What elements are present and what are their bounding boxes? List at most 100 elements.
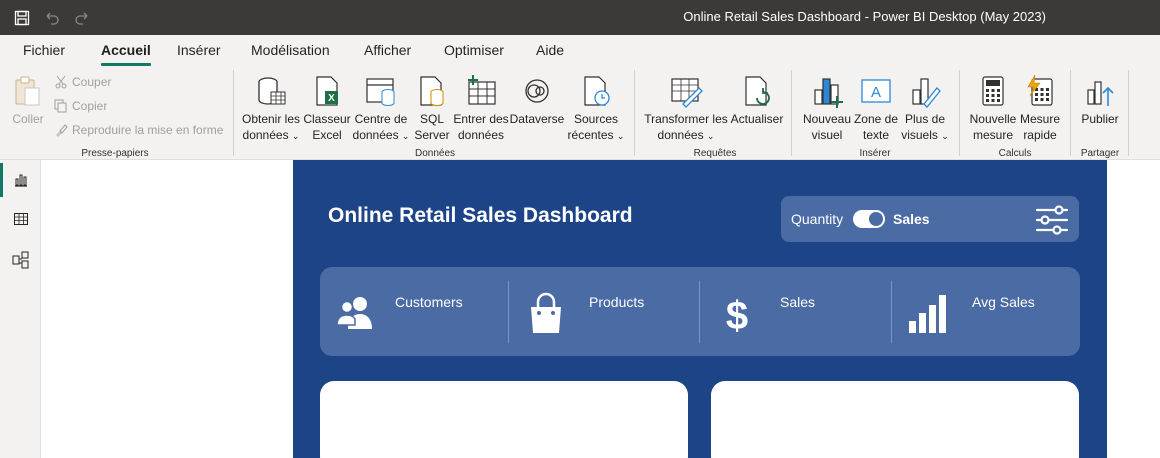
copy-button[interactable]: Copier xyxy=(54,99,107,113)
dataverse-label: Dataverse xyxy=(509,112,565,126)
excel-icon: X xyxy=(316,76,338,106)
dashboard-title: Online Retail Sales Dashboard xyxy=(328,204,633,227)
visual-card-left[interactable] xyxy=(320,381,688,458)
quick-access-toolbar xyxy=(10,6,94,30)
excel-button[interactable]: X Classeur Excel xyxy=(303,74,351,143)
recent-label-1: Sources xyxy=(573,112,619,126)
tab-fichier[interactable]: Fichier xyxy=(23,42,65,58)
report-view-button[interactable] xyxy=(0,161,41,199)
transform-data-button[interactable]: Transformer les données ⌄ xyxy=(642,74,730,144)
refresh-button[interactable]: Actualiser xyxy=(729,74,785,127)
chevron-down-icon: ⌄ xyxy=(941,131,949,141)
redo-button[interactable] xyxy=(70,6,94,30)
get-data-label-1: Obtenir les xyxy=(241,112,301,126)
data-group-label: Données xyxy=(414,148,456,159)
data-hub-button[interactable]: Centre de données ⌄ xyxy=(352,74,410,144)
paste-label: Coller xyxy=(12,112,44,126)
new-measure-label-1: Nouvelle xyxy=(969,112,1017,126)
new-visual-icon xyxy=(814,78,843,108)
chevron-down-icon: ⌄ xyxy=(291,131,300,141)
customers-icon xyxy=(336,297,372,329)
dataverse-button[interactable]: Dataverse xyxy=(509,74,565,127)
more-visuals-button[interactable]: Plus de visuels ⌄ xyxy=(900,74,950,144)
new-visual-label-2: visuel xyxy=(811,128,843,142)
new-visual-label-1: Nouveau xyxy=(802,112,852,126)
tab-accueil[interactable]: Accueil xyxy=(101,42,151,66)
measure-toggle-panel: Quantity Sales xyxy=(781,196,1079,242)
kpi-products-label: Products xyxy=(589,294,645,310)
new-measure-button[interactable]: Nouvelle mesure xyxy=(966,74,1020,143)
kpi-avg-sales: Avg Sales xyxy=(891,267,1080,356)
chevron-down-icon: ⌄ xyxy=(706,131,715,141)
window-title: Online Retail Sales Dashboard - Power BI… xyxy=(683,9,1046,24)
filter-sliders-icon[interactable] xyxy=(1035,204,1069,236)
text-box-label-1: Zone de xyxy=(853,112,899,126)
publish-icon xyxy=(1087,81,1114,106)
visual-card-right[interactable] xyxy=(711,381,1079,458)
data-view-button[interactable] xyxy=(0,200,41,238)
tab-optimiser[interactable]: Optimiser xyxy=(444,42,504,58)
group-separator xyxy=(1128,70,1129,156)
more-visuals-icon xyxy=(912,78,941,108)
more-visuals-label-1: Plus de xyxy=(904,112,946,126)
kpi-sales-label: Sales xyxy=(780,294,816,310)
scissors-icon xyxy=(55,75,67,89)
paste-button[interactable]: Coller xyxy=(10,74,46,127)
tab-aide[interactable]: Aide xyxy=(536,42,564,58)
quick-measure-icon xyxy=(1027,74,1053,106)
get-data-label-2: données xyxy=(242,128,289,142)
save-button[interactable] xyxy=(10,6,34,30)
sql-server-icon xyxy=(420,76,444,106)
insert-group-label: Insérer xyxy=(859,148,891,159)
sql-label-1: SQL xyxy=(419,112,444,126)
calculator-icon xyxy=(982,76,1004,106)
new-visual-button[interactable]: Nouveau visuel xyxy=(800,74,854,143)
dollar-icon: $ xyxy=(726,294,748,335)
tab-modelisation[interactable]: Modélisation xyxy=(251,42,330,58)
svg-text:$: $ xyxy=(726,294,748,335)
data-hub-label-2: données xyxy=(352,128,399,142)
toggle-right-label: Sales xyxy=(893,211,930,227)
model-icon xyxy=(12,251,28,269)
refresh-icon xyxy=(745,76,770,106)
model-view-button[interactable] xyxy=(0,241,41,279)
new-measure-label-2: mesure xyxy=(972,128,1013,142)
database-icon xyxy=(258,77,286,105)
brush-icon xyxy=(56,124,68,137)
toggle-left-label: Quantity xyxy=(791,211,844,227)
undo-button[interactable] xyxy=(40,6,64,30)
transform-label-1: Transformer les xyxy=(644,112,728,126)
paste-icon xyxy=(15,76,40,106)
text-box-button[interactable]: A Zone de texte xyxy=(853,74,899,143)
report-view-icon xyxy=(14,174,27,187)
format-painter-label: Reproduire la mise en forme xyxy=(72,123,224,137)
bar-chart-icon xyxy=(909,295,946,333)
recent-label-2: récentes xyxy=(567,128,614,142)
kpi-customers: Customers xyxy=(320,267,508,356)
quick-measure-label-2: rapide xyxy=(1023,128,1057,142)
group-separator xyxy=(634,70,635,156)
quick-measure-button[interactable]: Mesure rapide xyxy=(1018,74,1062,143)
tab-afficher[interactable]: Afficher xyxy=(364,42,411,58)
share-group-label: Partager xyxy=(1080,148,1120,159)
get-data-button[interactable]: Obtenir les données ⌄ xyxy=(240,74,302,144)
table-plus-icon xyxy=(468,75,496,105)
shopping-bag-icon xyxy=(531,292,561,333)
enter-data-label-2: données xyxy=(457,128,505,142)
sql-server-button[interactable]: SQL Server xyxy=(412,74,452,143)
cut-button[interactable]: Couper xyxy=(54,75,111,89)
tab-inserer[interactable]: Insérer xyxy=(177,42,221,58)
view-rail xyxy=(0,160,41,458)
publish-button[interactable]: Publier xyxy=(1078,74,1122,127)
excel-label-2: Excel xyxy=(312,128,342,142)
redo-icon xyxy=(75,12,88,25)
enter-data-button[interactable]: Entrer des données xyxy=(453,74,509,143)
recent-sources-button[interactable]: Sources récentes ⌄ xyxy=(566,74,626,144)
copy-label: Copier xyxy=(72,99,108,113)
sql-label-2: Server xyxy=(414,128,450,142)
format-painter-button[interactable]: Reproduire la mise en forme xyxy=(54,123,223,137)
measure-toggle-switch[interactable] xyxy=(853,210,885,228)
kpi-customers-label: Customers xyxy=(395,294,463,310)
dataverse-icon xyxy=(525,79,549,103)
text-box-label-2: texte xyxy=(862,128,889,142)
